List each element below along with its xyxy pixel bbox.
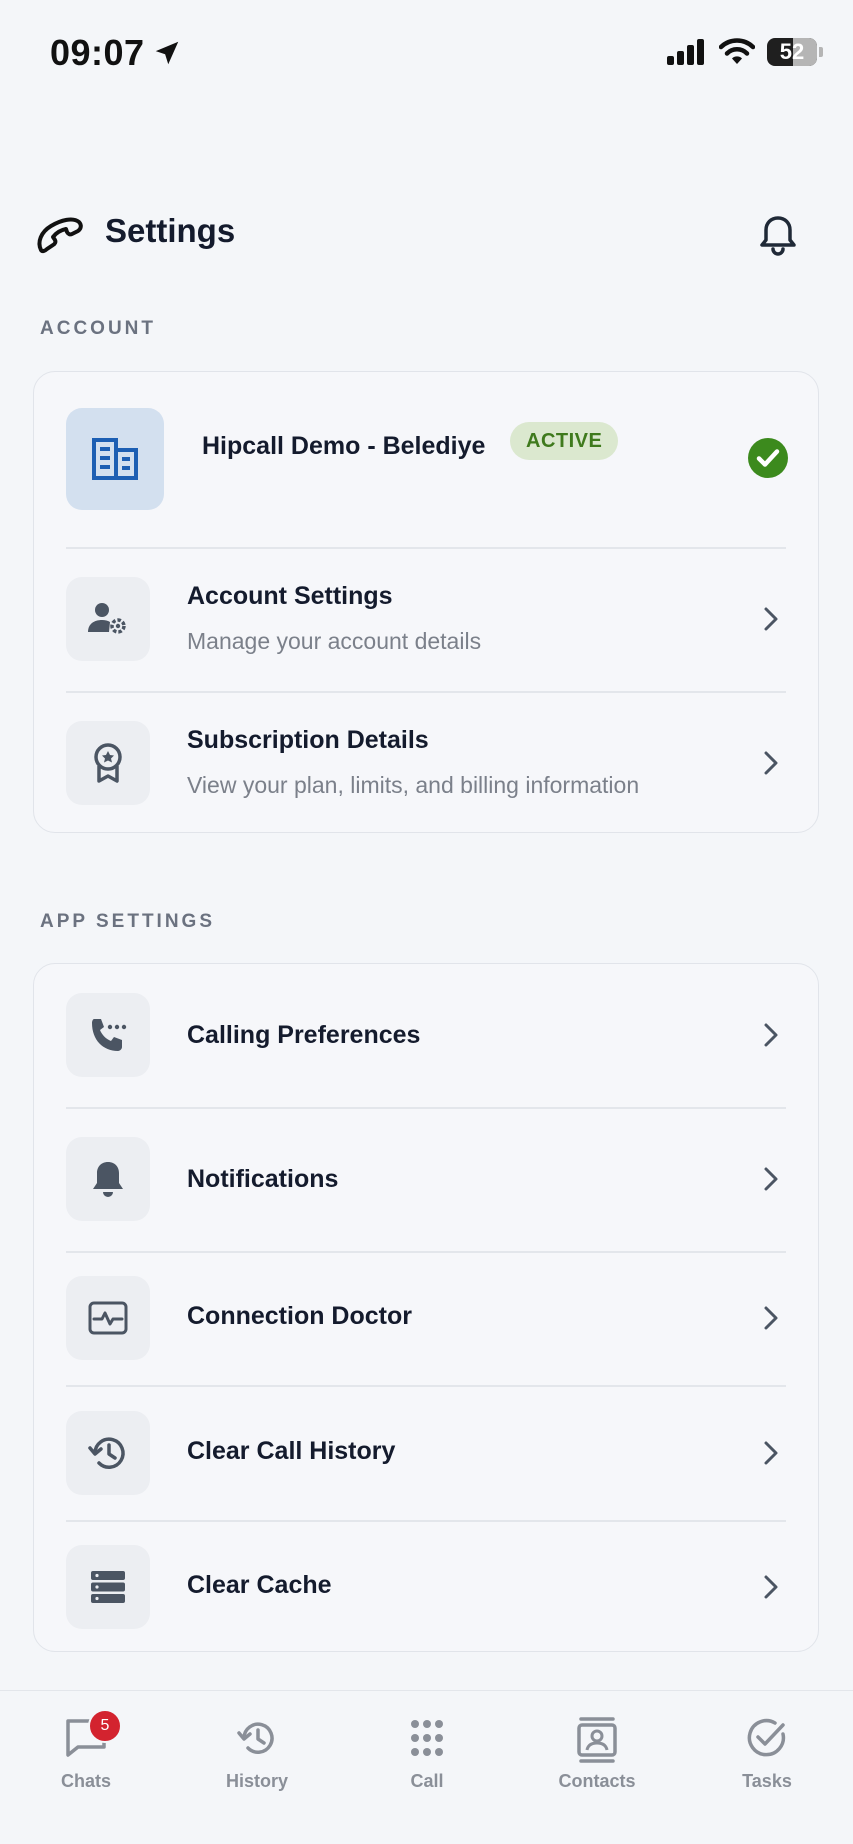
account-card: Hipcall Demo - Belediye ACTIVE Account S… xyxy=(33,371,819,833)
pulse-monitor-icon xyxy=(88,1301,128,1335)
chevron-right-icon xyxy=(764,1306,778,1330)
server-icon-box xyxy=(66,1545,150,1629)
location-arrow-icon xyxy=(155,41,179,65)
chats-unread-badge: 5 xyxy=(88,1709,122,1743)
account-row[interactable]: Hipcall Demo - Belediye ACTIVE xyxy=(34,372,820,548)
status-time: 09:07 xyxy=(50,32,145,73)
building-icon-box xyxy=(66,408,164,510)
calling-preferences-item[interactable]: Calling Preferences xyxy=(34,964,820,1107)
phone-logo-icon xyxy=(37,217,83,254)
bell-icon-box xyxy=(66,1137,150,1221)
battery-indicator: 52 xyxy=(767,38,817,66)
building-icon xyxy=(92,438,138,480)
history-icon xyxy=(237,1722,274,1754)
contacts-book-icon xyxy=(577,1717,617,1763)
section-label-account: ACCOUNT xyxy=(40,318,156,339)
tab-chats[interactable]: 5 Chats xyxy=(16,1709,156,1792)
tab-tasks[interactable]: Tasks xyxy=(697,1717,837,1792)
server-stack-icon xyxy=(91,1571,125,1603)
app-settings-card: Calling Preferences Notifications Connec… xyxy=(33,963,819,1652)
tab-label: Tasks xyxy=(742,1771,792,1791)
chevron-right-icon xyxy=(764,751,778,775)
history-icon-box xyxy=(66,1411,150,1495)
tab-history[interactable]: History xyxy=(187,1717,327,1792)
notifications-item[interactable]: Notifications xyxy=(34,1108,820,1251)
dialpad-icon xyxy=(411,1720,443,1756)
bell-icon xyxy=(93,1162,123,1197)
account-name: Hipcall Demo - Belediye xyxy=(202,432,486,460)
item-title: Account Settings xyxy=(187,582,393,610)
clear-call-history-item[interactable]: Clear Call History xyxy=(34,1386,820,1520)
tab-label: Contacts xyxy=(558,1771,636,1791)
battery-level: 52 xyxy=(779,39,805,64)
tab-label: Chats xyxy=(60,1771,111,1791)
item-title: Clear Cache xyxy=(187,1571,332,1599)
tab-call[interactable]: Call xyxy=(357,1717,497,1792)
user-gear-icon-box xyxy=(66,577,150,661)
settings-screen: 09:07 52 Settings ACCOUNT Hipcall Demo -… xyxy=(0,0,853,1844)
connection-doctor-item[interactable]: Connection Doctor xyxy=(34,1252,820,1385)
page-title: Settings xyxy=(105,212,236,249)
section-label-app-settings: APP SETTINGS xyxy=(40,911,216,932)
item-title: Connection Doctor xyxy=(187,1302,412,1330)
check-circle-icon xyxy=(748,438,788,478)
award-icon-box xyxy=(66,721,150,805)
tab-label: History xyxy=(225,1771,288,1791)
status-indicators: 52 xyxy=(667,38,823,66)
chevron-right-icon xyxy=(764,1023,778,1047)
item-subtitle: View your plan, limits, and billing info… xyxy=(187,772,640,798)
phone-dots-icon xyxy=(92,1019,127,1051)
account-settings-item[interactable]: Account Settings Manage your account det… xyxy=(34,548,820,691)
user-gear-icon xyxy=(88,603,126,634)
cellular-signal-icon xyxy=(667,39,704,65)
check-circle-outline-icon xyxy=(747,1718,786,1757)
phone-dots-icon-box xyxy=(66,993,150,1077)
pulse-monitor-icon-box xyxy=(66,1276,150,1360)
item-title: Notifications xyxy=(187,1165,339,1193)
award-ribbon-icon xyxy=(94,743,122,783)
item-title: Clear Call History xyxy=(187,1437,396,1465)
battery-tip xyxy=(819,47,823,57)
bottom-tab-bar: 5 Chats History Call Contacts Tasks xyxy=(0,1690,853,1844)
wifi-icon xyxy=(719,38,755,64)
subscription-details-item[interactable]: Subscription Details View your plan, lim… xyxy=(34,692,820,834)
tab-label: Call xyxy=(410,1771,444,1791)
status-bar: 09:07 52 xyxy=(0,0,853,110)
chevron-right-icon xyxy=(764,1167,778,1191)
item-title: Calling Preferences xyxy=(187,1021,421,1049)
chevron-right-icon xyxy=(764,1441,778,1465)
tab-contacts[interactable]: Contacts xyxy=(527,1717,667,1792)
app-header: Settings xyxy=(0,200,853,270)
item-subtitle: Manage your account details xyxy=(187,628,482,654)
chevron-right-icon xyxy=(764,607,778,631)
clear-cache-item[interactable]: Clear Cache xyxy=(34,1521,820,1653)
item-title: Subscription Details xyxy=(187,726,429,754)
notification-bell-icon[interactable] xyxy=(755,212,801,258)
history-clock-icon xyxy=(88,1437,125,1469)
status-badge: ACTIVE xyxy=(510,422,619,460)
chevron-right-icon xyxy=(764,1575,778,1599)
